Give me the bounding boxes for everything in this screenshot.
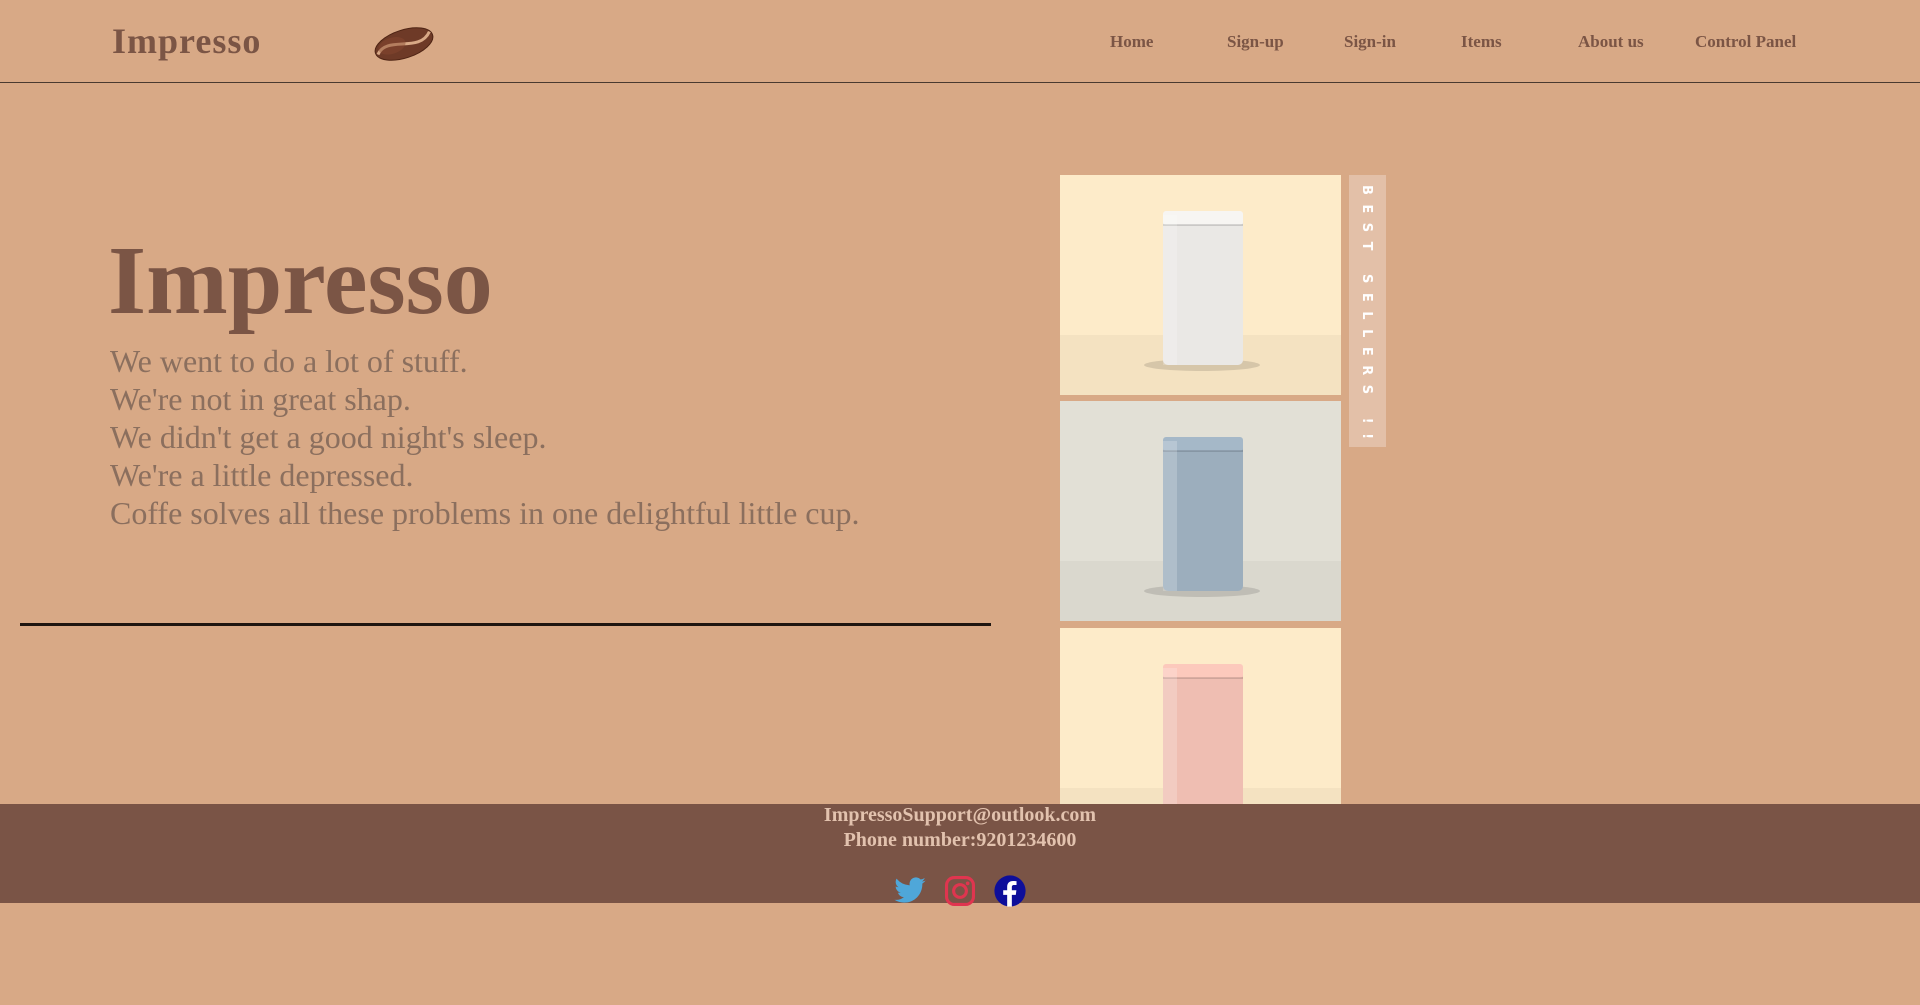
twitter-glyph	[894, 877, 926, 903]
facebook-icon[interactable]	[993, 874, 1027, 908]
nav-about-us[interactable]: About us	[1578, 32, 1644, 52]
support-phone: Phone number:9201234600	[843, 829, 1077, 851]
nav-control-panel[interactable]: Control Panel	[1695, 32, 1796, 52]
site-header: Impresso Home Sign-up Sign-in Items Abou…	[0, 0, 1920, 83]
nav-sign-in[interactable]: Sign-in	[1344, 32, 1396, 52]
tagline-line: Coffe solves all these problems in one d…	[110, 495, 860, 531]
instagram-lens	[952, 883, 968, 899]
product-image-pink[interactable]	[1060, 628, 1341, 804]
bestsellers-tag: BEST SELLERS !!	[1349, 175, 1386, 449]
nav-sign-up[interactable]: Sign-up	[1227, 32, 1284, 52]
hero-tagline: We went to do a lot of stuff. We're not …	[110, 342, 859, 532]
instagram-dot	[965, 881, 970, 886]
product-image-white[interactable]	[1060, 175, 1341, 395]
twitter-icon[interactable]	[893, 874, 927, 908]
product-image-blue[interactable]	[1060, 401, 1341, 621]
main-nav: Home Sign-up Sign-in Items About us Cont…	[0, 32, 1920, 56]
coffee-bag-highlight	[1163, 215, 1177, 365]
support-email[interactable]: ImpressoSupport@outlook.com	[0, 804, 1920, 827]
nav-items[interactable]: Items	[1461, 32, 1502, 52]
instagram-icon[interactable]	[943, 874, 977, 908]
site-footer: ImpressoSupport@outlook.com Phone number…	[0, 804, 1920, 907]
tagline-line: We didn't get a good night's sleep.	[110, 419, 547, 455]
coffee-bag-highlight	[1163, 668, 1177, 804]
hero-title: Impresso	[108, 227, 493, 335]
tagline-line: We went to do a lot of stuff.	[110, 343, 468, 379]
section-divider	[20, 623, 991, 626]
tagline-line: We're not in great shap.	[110, 381, 411, 417]
tagline-line: We're a little depressed.	[110, 457, 414, 493]
nav-home[interactable]: Home	[1110, 32, 1153, 52]
instagram-frame	[944, 875, 976, 907]
coffee-bag-highlight	[1163, 441, 1177, 591]
bestsellers-label: BEST SELLERS !!	[1359, 185, 1374, 449]
